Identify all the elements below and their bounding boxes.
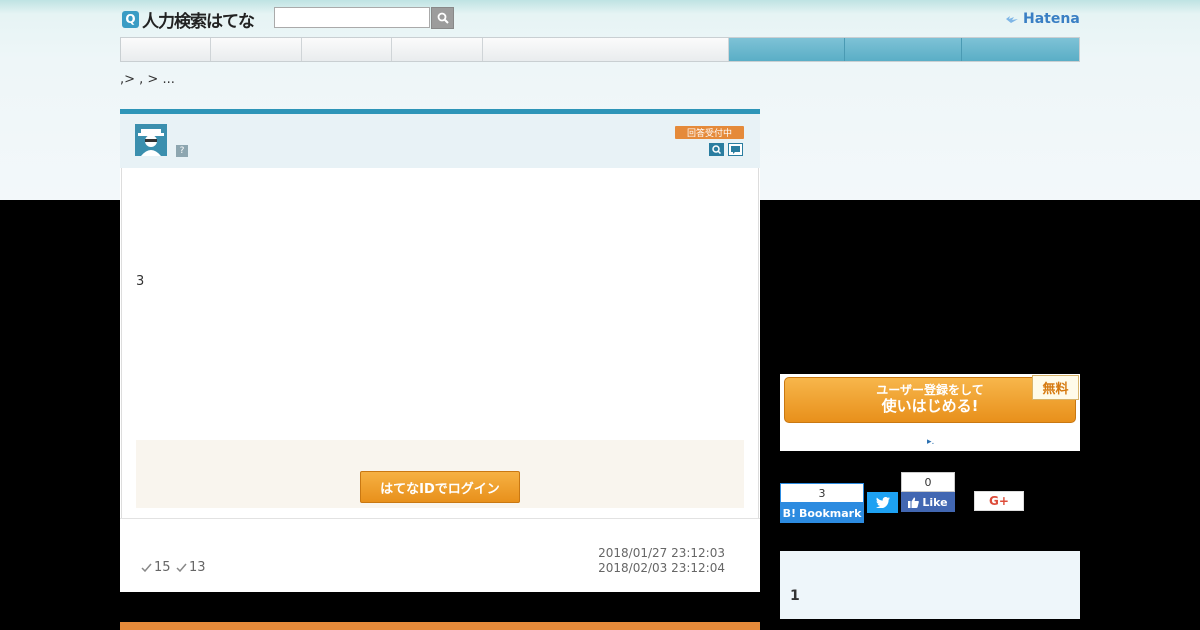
comment-icon — [728, 143, 743, 156]
twitter-share-button[interactable] — [867, 492, 898, 513]
facebook-like-count: 0 — [901, 472, 955, 492]
facebook-like-label: Like — [922, 495, 948, 509]
hatena-bookmark-label: Bookmark — [798, 506, 862, 520]
nav-tab-8[interactable] — [962, 38, 1079, 61]
main-nav — [120, 37, 1080, 62]
breadcrumb[interactable]: ,> , > ... — [120, 72, 175, 87]
register-link[interactable]: ▸. — [927, 437, 934, 447]
hatena-bookmark-count: 3 — [780, 483, 864, 503]
twitter-bird-icon — [875, 497, 890, 508]
check-count-2: 13 — [189, 560, 206, 575]
login-button[interactable]: はてなIDでログイン — [360, 471, 520, 503]
user-avatar[interactable] — [135, 124, 167, 156]
card-divider — [120, 518, 760, 519]
next-section-header — [120, 622, 760, 630]
google-plus-button[interactable]: G+ — [974, 491, 1024, 511]
sidebar-box-number: 1 — [790, 588, 800, 604]
search-icon — [437, 12, 449, 24]
register-link-text: . — [931, 437, 935, 447]
question-mark-icon: ? — [176, 145, 188, 157]
question-text: 3 — [136, 274, 145, 289]
nav-tab-5[interactable] — [483, 38, 729, 61]
date-deadline: 2018/02/03 23:12:04 — [598, 561, 725, 575]
status-badge: 回答受付中 — [675, 126, 744, 139]
logo-text: 人力検索はてな — [142, 11, 255, 32]
facebook-like-button[interactable]: Like — [901, 492, 955, 512]
nav-tab-7[interactable] — [845, 38, 963, 61]
question-header — [120, 114, 760, 168]
hatena-bird-icon — [1006, 16, 1018, 23]
register-line-2: 使いはじめる! — [881, 397, 979, 416]
search-input[interactable] — [274, 7, 430, 28]
check-icon — [141, 563, 152, 572]
question-type-icon — [709, 143, 724, 156]
check-stat-1[interactable]: 15 — [141, 560, 171, 575]
hatena-brand-link[interactable]: Hatena — [1005, 11, 1080, 27]
check-icon — [176, 563, 187, 572]
hatena-bookmark-icon: B! — [782, 506, 796, 520]
nav-tab-4[interactable] — [392, 38, 484, 61]
search-button[interactable] — [431, 7, 454, 29]
check-count-1: 15 — [154, 560, 171, 575]
nav-tab-2[interactable] — [211, 38, 302, 61]
hatena-brand-text: Hatena — [1023, 11, 1080, 27]
logo-q-icon: Q — [122, 10, 139, 28]
nav-tab-3[interactable] — [302, 38, 393, 61]
nav-tab-6[interactable] — [728, 38, 846, 61]
nav-tab-1[interactable] — [121, 38, 211, 61]
free-tag: 無料 — [1032, 375, 1079, 400]
register-line-1: ユーザー登録をして — [876, 383, 984, 398]
check-stat-2[interactable]: 13 — [176, 560, 206, 575]
site-logo[interactable]: Q 人力検索はてな — [122, 9, 255, 32]
anonymous-avatar-icon — [138, 129, 164, 156]
date-posted: 2018/01/27 23:12:03 — [598, 546, 725, 560]
hatena-bookmark-button[interactable]: B! Bookmark — [780, 503, 864, 523]
thumbs-up-icon — [908, 497, 920, 508]
sidebar-info-box — [780, 551, 1080, 619]
